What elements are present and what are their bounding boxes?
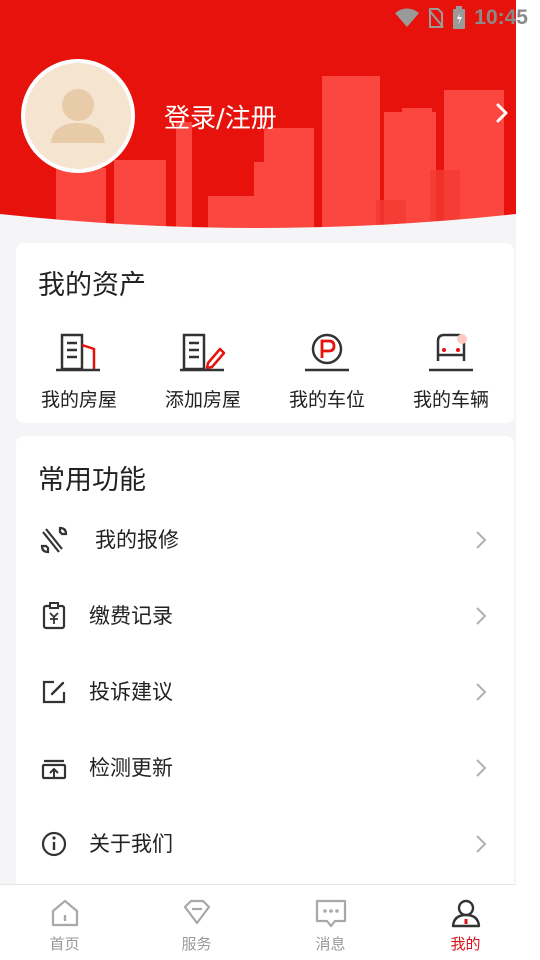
screen-edge	[516, 0, 540, 960]
asset-item-my-vehicle[interactable]: 我的车辆	[389, 331, 513, 411]
chevron-right-icon	[476, 835, 487, 853]
service-icon	[183, 899, 210, 925]
chevron-right-icon	[476, 683, 487, 701]
bottom-navigation: 首页 服务 消息 我的	[0, 884, 516, 960]
payment-record-icon	[42, 602, 66, 630]
profile-icon	[451, 899, 480, 928]
profile-page: 登录/注册 我的资产 我的房屋 添加房屋 我的车位 我的车辆 常用功能 我的报修…	[0, 0, 516, 960]
nav-label: 首页	[49, 935, 80, 953]
function-row-check-update[interactable]: 检测更新	[16, 730, 514, 806]
message-icon	[315, 899, 346, 928]
nav-tab-service[interactable]: 服务	[132, 885, 261, 960]
nav-tab-home[interactable]: 首页	[0, 885, 129, 960]
function-row-about-us[interactable]: 关于我们	[16, 806, 514, 882]
home-icon	[51, 899, 78, 927]
function-label: 检测更新	[89, 756, 173, 780]
wifi-icon	[395, 8, 420, 27]
update-icon	[41, 759, 67, 780]
parking-icon	[305, 333, 349, 372]
login-register-link[interactable]: 登录/注册	[164, 98, 277, 135]
assets-card: 我的资产 我的房屋 添加房屋 我的车位 我的车辆	[16, 243, 514, 423]
car-icon	[429, 333, 473, 372]
nav-tab-profile[interactable]: 我的	[401, 885, 516, 960]
info-icon	[41, 831, 67, 857]
function-label: 关于我们	[89, 832, 173, 856]
status-bar: 10:45	[0, 0, 540, 36]
asset-label: 添加房屋	[164, 389, 241, 411]
function-label: 我的报修	[95, 528, 179, 552]
asset-item-add-house[interactable]: 添加房屋	[141, 331, 265, 411]
nav-tab-messages[interactable]: 消息	[266, 885, 395, 960]
function-row-payment-records[interactable]: 缴费记录	[16, 578, 514, 654]
assets-title: 我的资产	[38, 270, 146, 301]
asset-item-my-house[interactable]: 我的房屋	[17, 331, 141, 411]
asset-item-my-parking[interactable]: 我的车位	[265, 331, 389, 411]
status-time: 10:45	[474, 6, 528, 29]
edit-icon	[42, 680, 66, 704]
chevron-right-icon[interactable]	[492, 101, 512, 125]
function-row-complaints[interactable]: 投诉建议	[16, 654, 514, 730]
user-avatar-icon	[51, 89, 105, 143]
chevron-right-icon	[476, 607, 487, 625]
building-edit-icon	[180, 333, 226, 372]
function-row-my-repairs[interactable]: 我的报修	[16, 502, 514, 578]
chevron-right-icon	[476, 759, 487, 777]
functions-title: 常用功能	[38, 465, 146, 496]
asset-label: 我的车位	[288, 389, 365, 411]
avatar[interactable]	[21, 59, 135, 173]
asset-label: 我的车辆	[412, 389, 489, 411]
building-icon	[56, 333, 100, 372]
common-functions-card: 常用功能 我的报修 缴费记录 投诉建议 检测更新 关于我们	[16, 436, 514, 896]
wrench-icon	[40, 526, 68, 554]
chevron-right-icon	[476, 531, 487, 549]
nav-label: 服务	[181, 935, 212, 953]
no-sim-icon	[428, 8, 445, 28]
function-label: 投诉建议	[89, 680, 173, 704]
battery-icon	[453, 6, 466, 29]
nav-label: 我的	[450, 935, 481, 953]
asset-label: 我的房屋	[40, 389, 117, 411]
nav-label: 消息	[315, 935, 346, 953]
function-label: 缴费记录	[89, 604, 173, 628]
